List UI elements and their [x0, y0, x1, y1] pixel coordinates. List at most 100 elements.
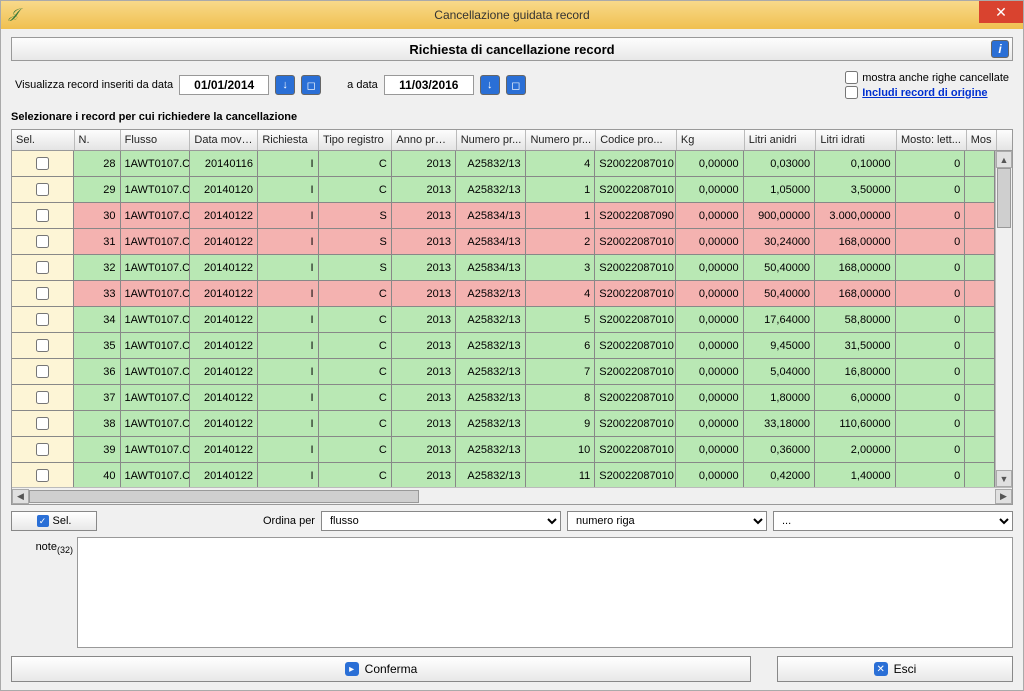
- row-select-cell[interactable]: [12, 385, 74, 411]
- close-button[interactable]: ✕: [979, 1, 1023, 23]
- show-cancelled-checkbox[interactable]: [845, 71, 858, 84]
- col-n[interactable]: N.: [75, 130, 121, 150]
- horizontal-scrollbar[interactable]: ◀ ▶: [12, 487, 1012, 504]
- cell-anno: 2013: [392, 411, 456, 437]
- row-select-cell[interactable]: [12, 333, 74, 359]
- row-select-cell[interactable]: [12, 255, 74, 281]
- scroll-thumb[interactable]: [997, 168, 1011, 228]
- table-row[interactable]: 391AWT0107.C...20140122IC2013A25832/1310…: [12, 437, 995, 463]
- scroll-right-icon[interactable]: ▶: [995, 489, 1012, 504]
- row-checkbox[interactable]: [36, 339, 49, 352]
- order-combo-3[interactable]: ...: [773, 511, 1013, 531]
- include-origin-checkbox[interactable]: [845, 86, 858, 99]
- from-date-cal-button[interactable]: ◻: [301, 75, 321, 95]
- col-mos[interactable]: Mos: [967, 130, 997, 150]
- row-checkbox[interactable]: [36, 417, 49, 430]
- table-row[interactable]: 321AWT0107.C...20140122IS2013A25834/133S…: [12, 255, 995, 281]
- row-checkbox[interactable]: [36, 287, 49, 300]
- include-origin-check[interactable]: Includi record di origine: [845, 86, 987, 99]
- to-date-input[interactable]: [384, 75, 474, 95]
- cell-data: 20140122: [190, 385, 258, 411]
- row-checkbox[interactable]: [36, 209, 49, 222]
- table-row[interactable]: 291AWT0107.C...20140120IC2013A25832/131S…: [12, 177, 995, 203]
- row-select-cell[interactable]: [12, 411, 74, 437]
- row-select-cell[interactable]: [12, 151, 74, 177]
- row-select-cell[interactable]: [12, 177, 74, 203]
- hscroll-track[interactable]: [29, 489, 995, 504]
- row-checkbox[interactable]: [36, 391, 49, 404]
- to-date-go-button[interactable]: ↓: [480, 75, 500, 95]
- row-checkbox[interactable]: [36, 183, 49, 196]
- row-select-cell[interactable]: [12, 463, 74, 487]
- table-row[interactable]: 351AWT0107.C...20140122IC2013A25832/136S…: [12, 333, 995, 359]
- row-select-cell[interactable]: [12, 359, 74, 385]
- table-row[interactable]: 311AWT0107.C...20140122IS2013A25834/132S…: [12, 229, 995, 255]
- note-textarea[interactable]: [77, 537, 1013, 648]
- table-row[interactable]: 381AWT0107.C...20140122IC2013A25832/139S…: [12, 411, 995, 437]
- confirm-button[interactable]: ▸ Conferma: [11, 656, 751, 682]
- table-row[interactable]: 331AWT0107.C...20140122IC2013A25832/134S…: [12, 281, 995, 307]
- to-date-cal-button[interactable]: ◻: [506, 75, 526, 95]
- cell-cod: S20022087010: [595, 177, 676, 203]
- row-checkbox[interactable]: [36, 313, 49, 326]
- row-checkbox[interactable]: [36, 157, 49, 170]
- check-icon: ✓: [37, 515, 49, 527]
- vertical-scrollbar[interactable]: ▲ ▼: [995, 151, 1012, 487]
- table-row[interactable]: 401AWT0107.C...20140122IC2013A25832/1311…: [12, 463, 995, 487]
- cell-la: 9,45000: [744, 333, 815, 359]
- row-select-cell[interactable]: [12, 281, 74, 307]
- col-li[interactable]: Litri idrati: [816, 130, 897, 150]
- col-mosto[interactable]: Mosto: lett...: [897, 130, 967, 150]
- cell-num2: 4: [526, 281, 596, 307]
- row-select-cell[interactable]: [12, 229, 74, 255]
- table-row[interactable]: 301AWT0107.C...20140122IS2013A25834/131S…: [12, 203, 995, 229]
- info-button[interactable]: i: [991, 40, 1009, 58]
- scroll-track[interactable]: [996, 168, 1012, 470]
- from-date-go-button[interactable]: ↓: [275, 75, 295, 95]
- row-checkbox[interactable]: [36, 469, 49, 482]
- row-checkbox[interactable]: [36, 261, 49, 274]
- cell-mosto: 0: [896, 333, 966, 359]
- cell-cod: S20022087010: [595, 437, 676, 463]
- col-num2[interactable]: Numero pr...: [526, 130, 596, 150]
- col-num1[interactable]: Numero pr...: [457, 130, 527, 150]
- col-flusso[interactable]: Flusso: [121, 130, 191, 150]
- window-title: Cancellazione guidata record: [434, 8, 589, 22]
- scroll-down-icon[interactable]: ▼: [996, 470, 1012, 487]
- cell-num2: 5: [526, 307, 596, 333]
- scroll-left-icon[interactable]: ◀: [12, 489, 29, 504]
- col-richiesta[interactable]: Richiesta: [258, 130, 319, 150]
- cell-data: 20140122: [190, 255, 258, 281]
- col-anno[interactable]: Anno prot...: [392, 130, 456, 150]
- row-checkbox[interactable]: [36, 443, 49, 456]
- from-date-input[interactable]: [179, 75, 269, 95]
- row-checkbox[interactable]: [36, 235, 49, 248]
- cell-rich: I: [258, 255, 319, 281]
- cell-tipo: C: [319, 151, 392, 177]
- col-cod[interactable]: Codice pro...: [596, 130, 677, 150]
- row-select-cell[interactable]: [12, 307, 74, 333]
- col-la[interactable]: Litri anidri: [745, 130, 817, 150]
- order-combo-1[interactable]: flusso: [321, 511, 561, 531]
- row-select-cell[interactable]: [12, 437, 74, 463]
- table-row[interactable]: 371AWT0107.C...20140122IC2013A25832/138S…: [12, 385, 995, 411]
- grid-body[interactable]: 281AWT0107.C...20140116IC2013A25832/134S…: [12, 151, 995, 487]
- select-all-button[interactable]: ✓ Sel.: [11, 511, 97, 531]
- cell-flusso: 1AWT0107.C...: [121, 229, 191, 255]
- table-row[interactable]: 281AWT0107.C...20140116IC2013A25832/134S…: [12, 151, 995, 177]
- row-select-cell[interactable]: [12, 203, 74, 229]
- col-tipo[interactable]: Tipo registro: [319, 130, 392, 150]
- cell-num2: 1: [526, 203, 596, 229]
- show-cancelled-check[interactable]: mostra anche righe cancellate: [845, 71, 1009, 84]
- col-data[interactable]: Data mov/...: [190, 130, 258, 150]
- col-sel[interactable]: Sel.: [12, 130, 75, 150]
- row-checkbox[interactable]: [36, 365, 49, 378]
- exit-button[interactable]: ✕ Esci: [777, 656, 1013, 682]
- table-row[interactable]: 361AWT0107.C...20140122IC2013A25832/137S…: [12, 359, 995, 385]
- table-row[interactable]: 341AWT0107.C...20140122IC2013A25832/135S…: [12, 307, 995, 333]
- scroll-up-icon[interactable]: ▲: [996, 151, 1012, 168]
- cell-rich: I: [258, 177, 319, 203]
- col-kg[interactable]: Kg: [677, 130, 745, 150]
- hscroll-thumb[interactable]: [29, 490, 419, 503]
- order-combo-2[interactable]: numero riga: [567, 511, 767, 531]
